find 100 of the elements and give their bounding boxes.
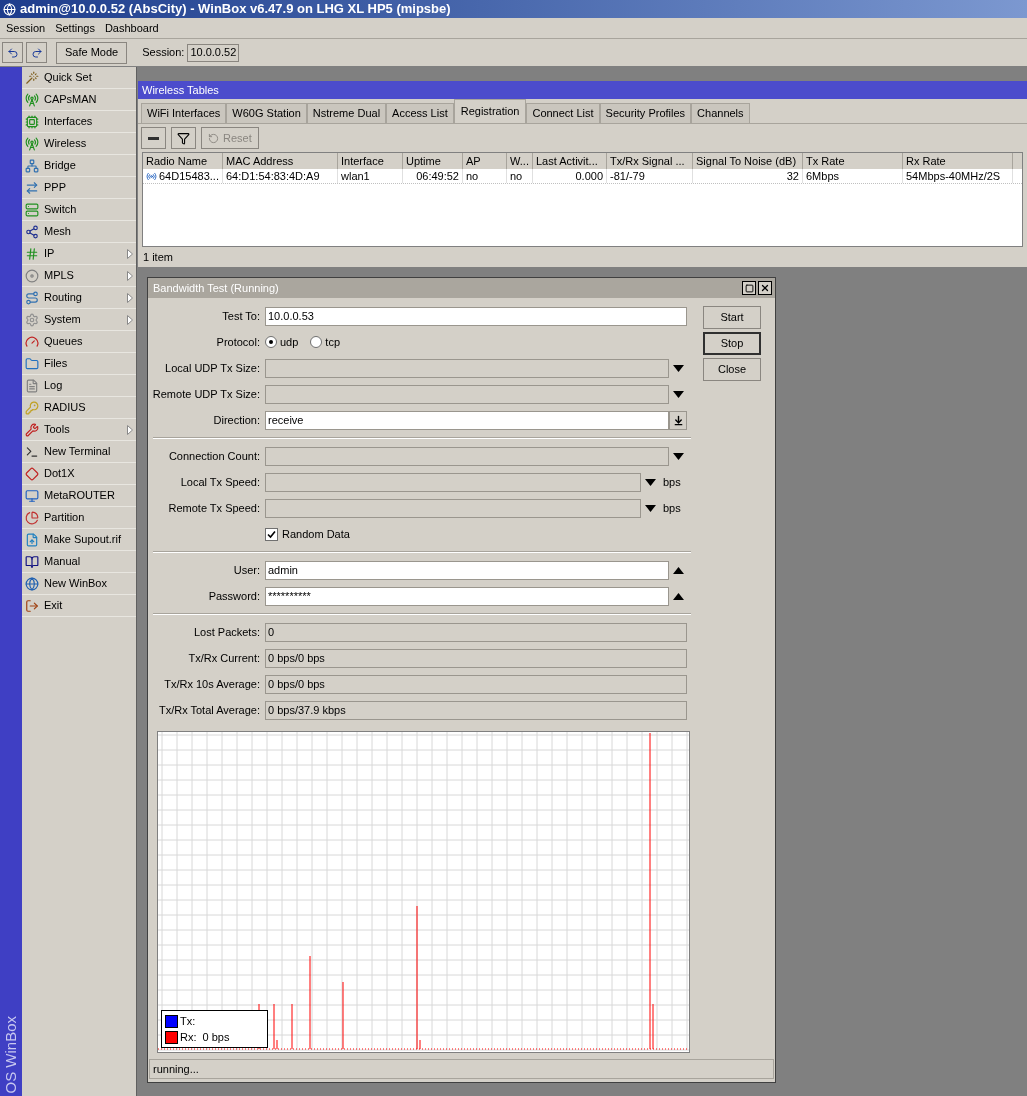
- undo-icon: [6, 46, 19, 59]
- tab[interactable]: Nstreme Dual: [306, 103, 387, 123]
- column-header[interactable]: W...: [507, 153, 533, 169]
- field-label: Remote UDP Tx Size:: [152, 386, 260, 402]
- field-label: Local UDP Tx Size:: [165, 360, 260, 376]
- field-label: User:: [233, 562, 260, 578]
- field-label: Tx/Rx Current:: [188, 650, 260, 666]
- folder-icon: [25, 356, 39, 371]
- dropdown-field[interactable]: receive: [265, 410, 669, 430]
- menu-item[interactable]: Settings: [50, 19, 100, 37]
- gauge-icon: [25, 334, 39, 349]
- window-title: Wireless Tables: [138, 81, 1027, 99]
- caret-up-icon[interactable]: [672, 566, 684, 574]
- readonly-field: 0 bps/37.9 kbps: [265, 700, 687, 720]
- radio-label: udp: [280, 334, 299, 350]
- server-icon: [25, 202, 39, 217]
- tab[interactable]: Channels: [691, 103, 750, 123]
- field-label: Tx/Rx Total Average:: [158, 702, 260, 718]
- dropdown-field[interactable]: **********: [265, 586, 669, 606]
- caret-up-icon[interactable]: [672, 592, 684, 600]
- field-label: Password:: [208, 588, 260, 604]
- globe-icon: [25, 576, 39, 591]
- field-label: Tx/Rx 10s Average:: [164, 676, 260, 692]
- window-title: Bandwidth Test (Running): [153, 280, 280, 296]
- file-icon: [25, 532, 39, 547]
- arrows-icon: [25, 180, 39, 195]
- column-header[interactable]: Radio Name: [143, 153, 223, 169]
- filter-button[interactable]: [171, 127, 196, 149]
- column-header[interactable]: Tx/Rx Signal ...: [607, 153, 693, 169]
- rotate-arrow-icon: [208, 132, 219, 144]
- field-label: Local Tx Speed:: [180, 474, 260, 490]
- wrench-icon: [25, 422, 39, 437]
- column-header[interactable]: Uptime: [403, 153, 463, 169]
- radio-button[interactable]: [310, 336, 323, 348]
- checkbox[interactable]: [265, 527, 278, 541]
- sidebar-item[interactable]: Tools: [22, 419, 136, 441]
- radio-button[interactable]: [265, 336, 277, 348]
- session-field[interactable]: 10.0.0.52: [187, 43, 240, 62]
- table-cell: no: [507, 169, 533, 183]
- column-header[interactable]: Interface: [338, 153, 403, 169]
- sidebar-item[interactable]: New WinBox: [22, 573, 136, 595]
- terminal-icon: [25, 444, 39, 459]
- diamond-icon: [25, 466, 39, 481]
- column-header[interactable]: AP: [463, 153, 507, 169]
- wand-icon: [25, 70, 39, 85]
- radio-label: tcp: [325, 334, 341, 350]
- dialog-button[interactable]: Close: [703, 358, 761, 381]
- tab[interactable]: W60G Station: [226, 103, 307, 123]
- table-cell: 06:49:52: [403, 169, 463, 183]
- close-button[interactable]: [758, 281, 772, 295]
- column-header[interactable]: Rx Rate: [903, 153, 1013, 169]
- checkbox-label: Random Data: [282, 526, 350, 542]
- input-field[interactable]: 10.0.0.53: [265, 306, 687, 326]
- column-header[interactable]: Tx Rate: [803, 153, 903, 169]
- tab[interactable]: Connect List: [526, 103, 600, 123]
- window-title: admin@10.0.0.52 (AbsCity) - WinBox v6.47.9 on LHG XL HP5 (mipsbe): [20, 0, 451, 19]
- table-cell: 64:D1:54:83:4D:A9: [223, 169, 338, 183]
- undo-button[interactable]: [2, 42, 23, 63]
- dropdown-button[interactable]: [669, 410, 687, 430]
- menu-item[interactable]: Session: [1, 19, 51, 37]
- redo-button[interactable]: [26, 42, 47, 63]
- settings-icon: [25, 312, 39, 327]
- remove-button[interactable]: [141, 127, 166, 149]
- tab[interactable]: Registration: [453, 99, 527, 123]
- dialog-button[interactable]: Start: [703, 306, 761, 329]
- column-header[interactable]: Signal To Noise (dB): [693, 153, 803, 169]
- legend-value: 0 bps: [202, 1029, 230, 1045]
- table-cell: 64D15483...: [143, 169, 223, 183]
- monitor-icon: [25, 488, 39, 503]
- field-label: Lost Packets:: [193, 624, 260, 640]
- item-count: 1 item: [143, 249, 173, 265]
- maximize-button[interactable]: [742, 281, 756, 295]
- tab[interactable]: WiFi Interfaces: [141, 103, 227, 123]
- wireless-icon: [146, 170, 157, 182]
- tab[interactable]: Access List: [386, 103, 454, 123]
- dropdown-field[interactable]: admin: [265, 560, 669, 580]
- antenna-icon: [25, 136, 39, 151]
- sidebar-item[interactable]: System: [22, 309, 136, 331]
- key-icon: [25, 400, 39, 415]
- antenna-icon: [25, 92, 39, 107]
- exit-icon: [25, 598, 39, 613]
- pie-chart-icon: [25, 510, 39, 525]
- sidebar-item[interactable]: MPLS: [22, 265, 136, 287]
- table-cell: -81/-79: [607, 169, 693, 183]
- session-label: Session:: [142, 45, 185, 61]
- field-label: Remote Tx Speed:: [168, 500, 260, 516]
- dialog-button[interactable]: Stop: [703, 332, 761, 355]
- redo-icon: [30, 46, 43, 59]
- sidebar-item[interactable]: Routing: [22, 287, 136, 309]
- tab[interactable]: Security Profiles: [599, 103, 692, 123]
- table-cell: 6Mbps: [803, 169, 903, 183]
- status-text: running...: [153, 1061, 199, 1077]
- safe-mode-button[interactable]: Safe Mode: [56, 41, 128, 64]
- readonly-field: 0 bps/0 bps: [265, 674, 687, 694]
- column-header[interactable]: Last Activit...: [533, 153, 607, 169]
- brand-text: OS WinBox: [0, 1016, 20, 1094]
- column-header[interactable]: MAC Address: [223, 153, 338, 169]
- menu-item[interactable]: Dashboard: [99, 19, 164, 37]
- legend-label: Rx:: [180, 1029, 197, 1045]
- dropdown-icon: [672, 414, 684, 426]
